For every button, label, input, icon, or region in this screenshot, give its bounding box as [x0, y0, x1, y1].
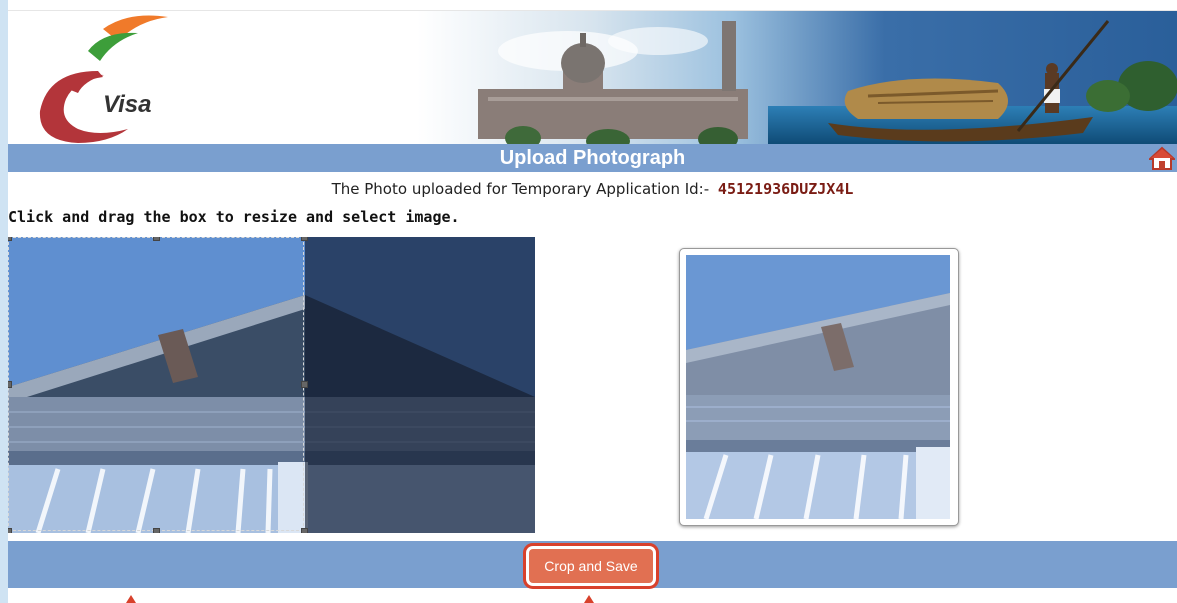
home-button[interactable]	[1147, 146, 1177, 170]
crop-handle-w[interactable]	[8, 381, 12, 388]
crop-handle-nw[interactable]	[8, 237, 12, 241]
crop-dim-overlay	[305, 237, 535, 533]
crop-handle-s[interactable]	[153, 528, 160, 533]
crop-instruction: Click and drag the box to resize and sel…	[8, 208, 460, 226]
pointer-marker-left	[126, 595, 136, 603]
preview-photo	[686, 255, 950, 519]
crop-handle-ne[interactable]	[301, 237, 308, 241]
crop-handle-se[interactable]	[301, 528, 308, 533]
crop-handle-n[interactable]	[153, 237, 160, 241]
crop-handle-e[interactable]	[301, 381, 308, 388]
crop-handle-sw[interactable]	[8, 528, 12, 533]
logo-text: Visa	[103, 91, 152, 118]
info-prefix: The Photo uploaded for Temporary Applica…	[331, 180, 710, 198]
banner-image	[8, 11, 1177, 144]
page-title: Upload Photograph	[499, 147, 686, 169]
crop-and-save-button[interactable]: Crop and Save	[529, 549, 653, 583]
pointer-marker-center	[584, 595, 594, 603]
page-left-edge	[0, 0, 8, 603]
application-id: 45121936DUZJX4L	[717, 180, 854, 198]
title-bar: Upload Photograph	[8, 144, 1177, 172]
crop-selection-box[interactable]	[8, 237, 308, 533]
header-banner: Visa	[8, 11, 1177, 144]
home-icon	[1147, 146, 1177, 170]
crop-preview	[679, 248, 959, 526]
crop-area[interactable]	[8, 237, 535, 533]
action-bar: Crop and Save	[8, 541, 1177, 588]
application-info: The Photo uploaded for Temporary Applica…	[8, 180, 1177, 198]
